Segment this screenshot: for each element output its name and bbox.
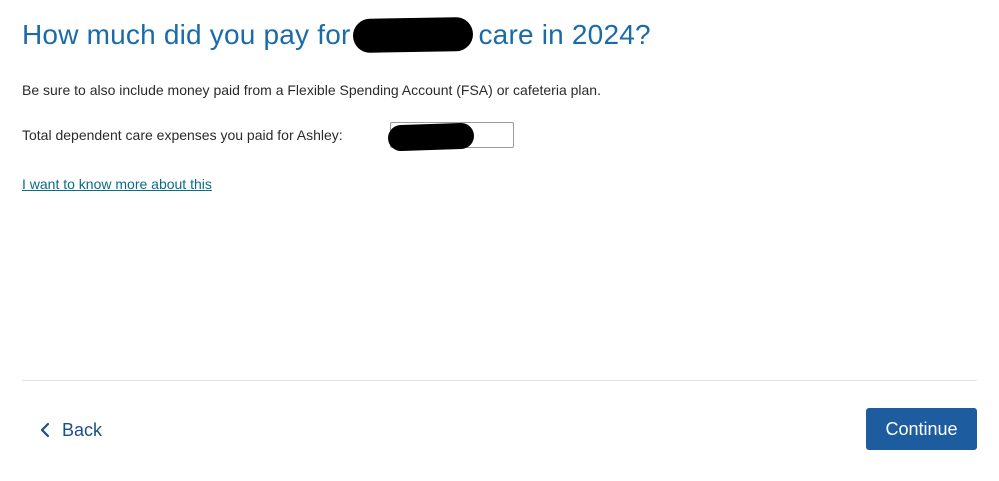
footer-divider bbox=[22, 380, 977, 381]
continue-button[interactable]: Continue bbox=[866, 408, 977, 450]
back-button[interactable]: Back bbox=[40, 414, 102, 446]
instruction-text: Be sure to also include money paid from … bbox=[22, 82, 601, 98]
page-title: How much did you pay for care in 2024? bbox=[22, 16, 651, 54]
expense-amount-input[interactable] bbox=[390, 122, 514, 148]
back-button-label: Back bbox=[62, 419, 103, 440]
learn-more-link[interactable]: I want to know more about this bbox=[22, 175, 212, 193]
page: How much did you pay for care in 2024? B… bbox=[0, 0, 999, 481]
title-text-end: care in 2024? bbox=[478, 19, 651, 50]
redaction-mark-title bbox=[352, 16, 473, 54]
title-text-start: How much did you pay for bbox=[22, 19, 351, 50]
chevron-left-icon bbox=[40, 422, 50, 438]
expense-field-label: Total dependent care expenses you paid f… bbox=[22, 127, 343, 143]
